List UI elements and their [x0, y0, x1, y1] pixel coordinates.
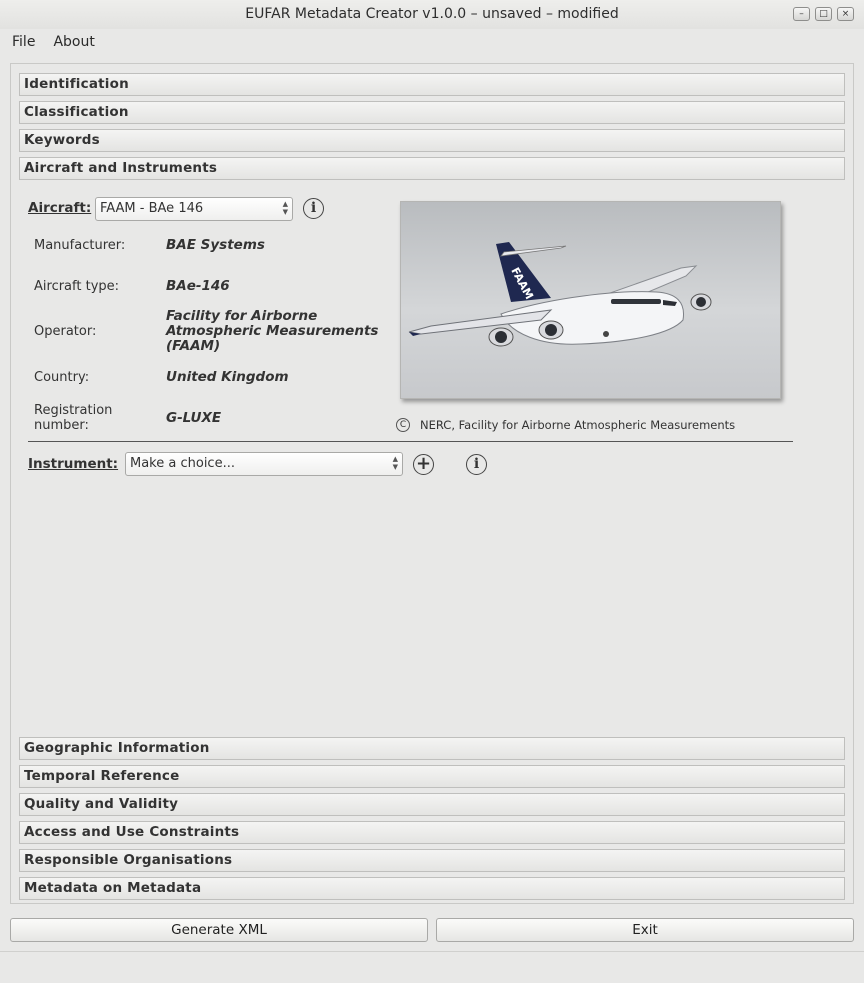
- copyright-icon: C: [396, 418, 410, 432]
- aircraft-label: Aircraft:: [28, 200, 92, 216]
- window-title: EUFAR Metadata Creator v1.0.0 – unsaved …: [245, 6, 619, 22]
- exit-button[interactable]: Exit: [436, 918, 854, 942]
- country-label: Country:: [34, 370, 90, 385]
- aircraft-type-label: Aircraft type:: [34, 279, 120, 294]
- section-geographic-information[interactable]: Geographic Information: [19, 737, 845, 760]
- aircraft-type-value: BAe-146: [166, 278, 230, 294]
- aircraft-info-button[interactable]: i: [303, 198, 324, 219]
- separator-line: [28, 441, 793, 442]
- menu-bar: File About: [0, 29, 864, 55]
- add-instrument-button[interactable]: +: [413, 454, 434, 475]
- aircraft-select-value: FAAM - BAe 146: [100, 201, 204, 216]
- instrument-select[interactable]: Make a choice... ▲ ▼: [125, 452, 403, 476]
- instrument-label: Instrument:: [28, 456, 119, 472]
- window-controls: – □ ×: [793, 7, 854, 21]
- manufacturer-label: Manufacturer:: [34, 238, 126, 253]
- menu-file[interactable]: File: [12, 34, 35, 50]
- registration-number-value: G-LUXE: [166, 410, 222, 426]
- operator-label: Operator:: [34, 324, 97, 339]
- section-access-and-use-constraints[interactable]: Access and Use Constraints: [19, 821, 845, 844]
- section-metadata-on-metadata[interactable]: Metadata on Metadata: [19, 877, 845, 900]
- aircraft-select[interactable]: FAAM - BAe 146 ▲ ▼: [95, 197, 293, 221]
- section-quality-and-validity[interactable]: Quality and Validity: [19, 793, 845, 816]
- combo-arrows-icon: ▲ ▼: [282, 200, 288, 216]
- generate-xml-button[interactable]: Generate XML: [10, 918, 428, 942]
- instrument-info-button[interactable]: i: [466, 454, 487, 475]
- section-responsible-organisations[interactable]: Responsible Organisations: [19, 849, 845, 872]
- section-identification[interactable]: Identification: [19, 73, 845, 96]
- section-aircraft-and-instruments[interactable]: Aircraft and Instruments: [19, 157, 845, 180]
- aircraft-photo: FAAM: [400, 201, 781, 399]
- minimize-button[interactable]: –: [793, 7, 810, 21]
- aircraft-illustration: FAAM: [408, 242, 712, 347]
- plus-icon: +: [415, 453, 432, 474]
- title-bar: EUFAR Metadata Creator v1.0.0 – unsaved …: [0, 0, 864, 29]
- close-button[interactable]: ×: [837, 7, 854, 21]
- info-icon: i: [473, 456, 480, 472]
- manufacturer-value: BAE Systems: [166, 237, 265, 253]
- country-value: United Kingdom: [166, 369, 289, 385]
- menu-about[interactable]: About: [53, 34, 94, 50]
- main-panel: Identification Classification Keywords A…: [10, 63, 854, 904]
- combo-arrows-icon: ▲ ▼: [392, 455, 398, 471]
- section-keywords[interactable]: Keywords: [19, 129, 845, 152]
- status-bar: [0, 951, 864, 983]
- section-classification[interactable]: Classification: [19, 101, 845, 124]
- maximize-button[interactable]: □: [815, 7, 832, 21]
- instrument-select-value: Make a choice...: [130, 456, 235, 471]
- section-temporal-reference[interactable]: Temporal Reference: [19, 765, 845, 788]
- operator-value: Facility for Airborne Atmospheric Measur…: [166, 308, 379, 354]
- info-icon: i: [310, 200, 317, 216]
- registration-number-label: Registration number:: [34, 403, 113, 433]
- photo-credit-text: NERC, Facility for Airborne Atmospheric …: [420, 418, 736, 432]
- photo-credit: C NERC, Facility for Airborne Atmospheri…: [396, 418, 735, 432]
